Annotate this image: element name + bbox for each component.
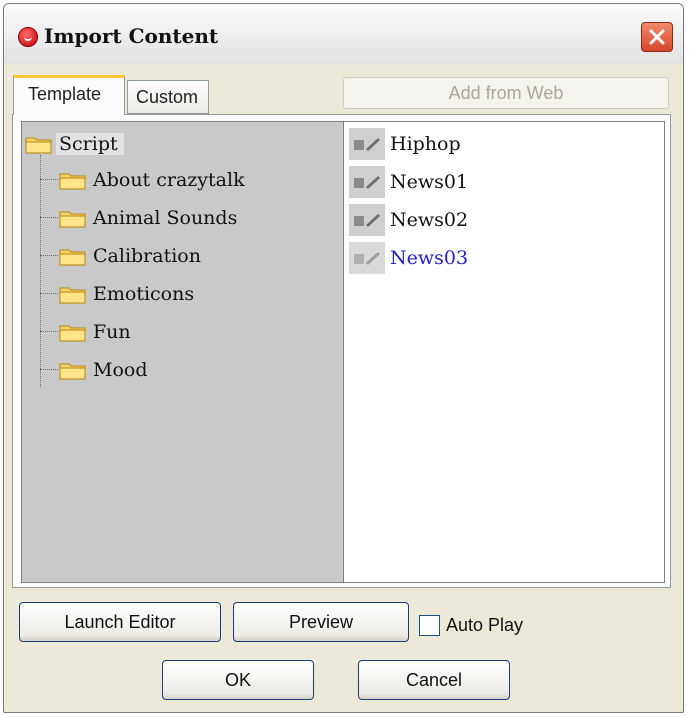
tree-node-label: About crazytalk <box>93 169 245 191</box>
list-item-label: News01 <box>390 171 469 193</box>
tree-node-label: Mood <box>93 359 148 381</box>
tab-template[interactable]: Template <box>13 75 125 115</box>
script-icon <box>349 128 385 160</box>
tree-connector <box>40 155 41 387</box>
title-bar: Import Content <box>4 4 683 64</box>
window-title: Import Content <box>44 24 219 48</box>
tree-node-label: Animal Sounds <box>93 207 238 229</box>
tree-node-calibration[interactable]: Calibration <box>59 241 201 271</box>
script-icon <box>349 242 385 274</box>
auto-play-checkbox[interactable]: Auto Play <box>419 613 523 637</box>
script-icon <box>349 204 385 236</box>
tree-connector <box>40 255 58 256</box>
list-item-label: News02 <box>390 209 469 231</box>
tree-node-animal-sounds[interactable]: Animal Sounds <box>59 203 237 233</box>
list-item-label: Hiphop <box>390 133 461 155</box>
tree-node-script[interactable]: Script <box>25 129 124 159</box>
list-item-news01[interactable]: News01 <box>349 164 468 200</box>
folder-icon <box>59 211 86 228</box>
tree-connector <box>40 331 58 332</box>
preview-button[interactable]: Preview <box>233 602 409 642</box>
script-icon <box>349 166 385 198</box>
tab-custom[interactable]: Custom <box>127 80 209 114</box>
folder-icon <box>59 363 86 380</box>
tree-node-label: Calibration <box>93 245 201 267</box>
tree-node-label: Emoticons <box>93 283 195 305</box>
tree-node-fun[interactable]: Fun <box>59 317 131 347</box>
tree-node-emoticons[interactable]: Emoticons <box>59 279 194 309</box>
folder-icon <box>59 173 86 190</box>
list-item-news02[interactable]: News02 <box>349 202 468 238</box>
tree-node-mood[interactable]: Mood <box>59 355 148 385</box>
tree-node-label: Fun <box>93 321 131 343</box>
app-logo-icon <box>18 27 38 47</box>
folder-icon <box>59 249 86 266</box>
folder-icon <box>59 325 86 342</box>
list-item-hiphop[interactable]: Hiphop <box>349 126 461 162</box>
add-from-web-button[interactable]: Add from Web <box>343 77 669 109</box>
auto-play-label: Auto Play <box>446 614 524 635</box>
list-item-label: News03 <box>390 247 469 269</box>
folder-tree[interactable]: Script About crazytalk Animal Sounds Cal… <box>21 121 344 583</box>
tree-connector <box>40 293 58 294</box>
close-button[interactable] <box>641 22 673 52</box>
cancel-button[interactable]: Cancel <box>358 660 510 700</box>
tree-connector <box>40 369 58 370</box>
list-item-news03[interactable]: News03 <box>349 240 468 276</box>
tree-node-label: Script <box>56 133 124 155</box>
folder-icon <box>25 137 52 154</box>
tree-connector <box>40 179 58 180</box>
tree-connector <box>40 217 58 218</box>
tree-node-about-crazytalk[interactable]: About crazytalk <box>59 165 245 195</box>
checkbox-box[interactable] <box>419 614 440 636</box>
close-icon <box>649 29 665 45</box>
folder-icon <box>59 287 86 304</box>
ok-button[interactable]: OK <box>162 660 314 700</box>
script-list[interactable]: Hiphop News01 News02 News03 <box>344 121 665 583</box>
launch-editor-button[interactable]: Launch Editor <box>19 602 221 642</box>
